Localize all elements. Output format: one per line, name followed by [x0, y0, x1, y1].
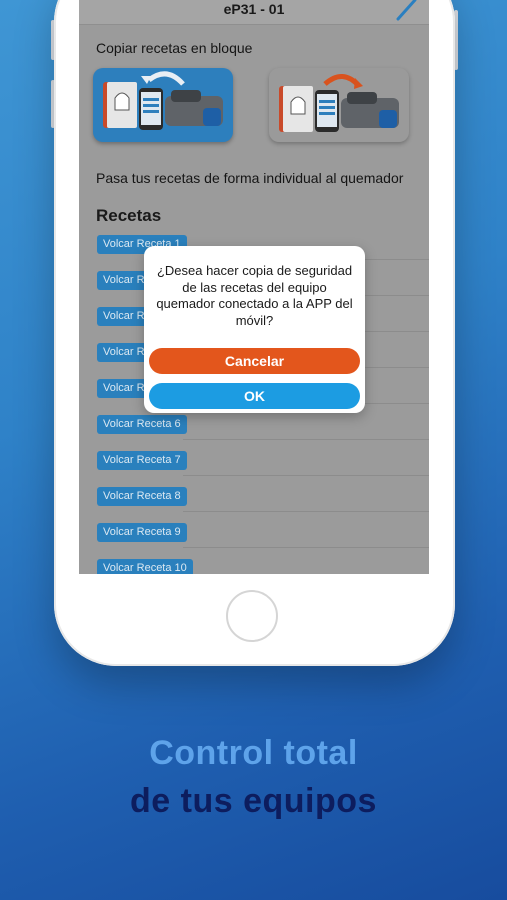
- home-button[interactable]: [226, 590, 278, 642]
- recipe-button-8[interactable]: Volcar Receta 8: [97, 487, 187, 506]
- bulk-copy-label: Copiar recetas en bloque: [96, 40, 253, 56]
- dialog-message: ¿Desea hacer copia de seguridad de las r…: [156, 263, 353, 328]
- backup-confirm-dialog: ¿Desea hacer copia de seguridad de las r…: [144, 246, 365, 413]
- burner-to-phone-icon: [279, 74, 399, 132]
- recipes-heading: Recetas: [96, 206, 162, 225]
- cancel-button[interactable]: Cancelar: [149, 348, 360, 374]
- row-divider: [183, 439, 429, 440]
- row-divider: [183, 511, 429, 512]
- recipe-button-9[interactable]: Volcar Receta 9: [97, 523, 187, 542]
- recipe-button-10[interactable]: Volcar Receta 10: [97, 559, 193, 574]
- recipe-row-10: Volcar Receta 10: [97, 559, 429, 574]
- page-title: eP31 - 01: [223, 1, 285, 17]
- recipe-row-9: Volcar Receta 9: [97, 523, 429, 548]
- recipe-button-7[interactable]: Volcar Receta 7: [97, 451, 187, 470]
- bulk-copy-to-burner-card[interactable]: [269, 68, 409, 142]
- headline-line-2: de tus equipos: [130, 782, 377, 820]
- ok-button[interactable]: OK: [149, 383, 360, 409]
- recipe-row-6: Volcar Receta 6: [97, 415, 429, 440]
- phone-to-burner-icon: [103, 71, 223, 130]
- recipe-button-6[interactable]: Volcar Receta 6: [97, 415, 187, 434]
- row-divider: [183, 475, 429, 476]
- individual-copy-label: Pasa tus recetas de forma individual al …: [96, 170, 404, 186]
- app-header: eP31 - 01: [79, 0, 429, 25]
- headline-line-1: Control total: [149, 734, 358, 772]
- edit-pencil-icon[interactable]: [395, 0, 421, 22]
- recipe-row-7: Volcar Receta 7: [97, 451, 429, 476]
- recipe-row-8: Volcar Receta 8: [97, 487, 429, 512]
- bulk-copy-to-phone-card[interactable]: [93, 68, 233, 142]
- row-divider: [183, 547, 429, 548]
